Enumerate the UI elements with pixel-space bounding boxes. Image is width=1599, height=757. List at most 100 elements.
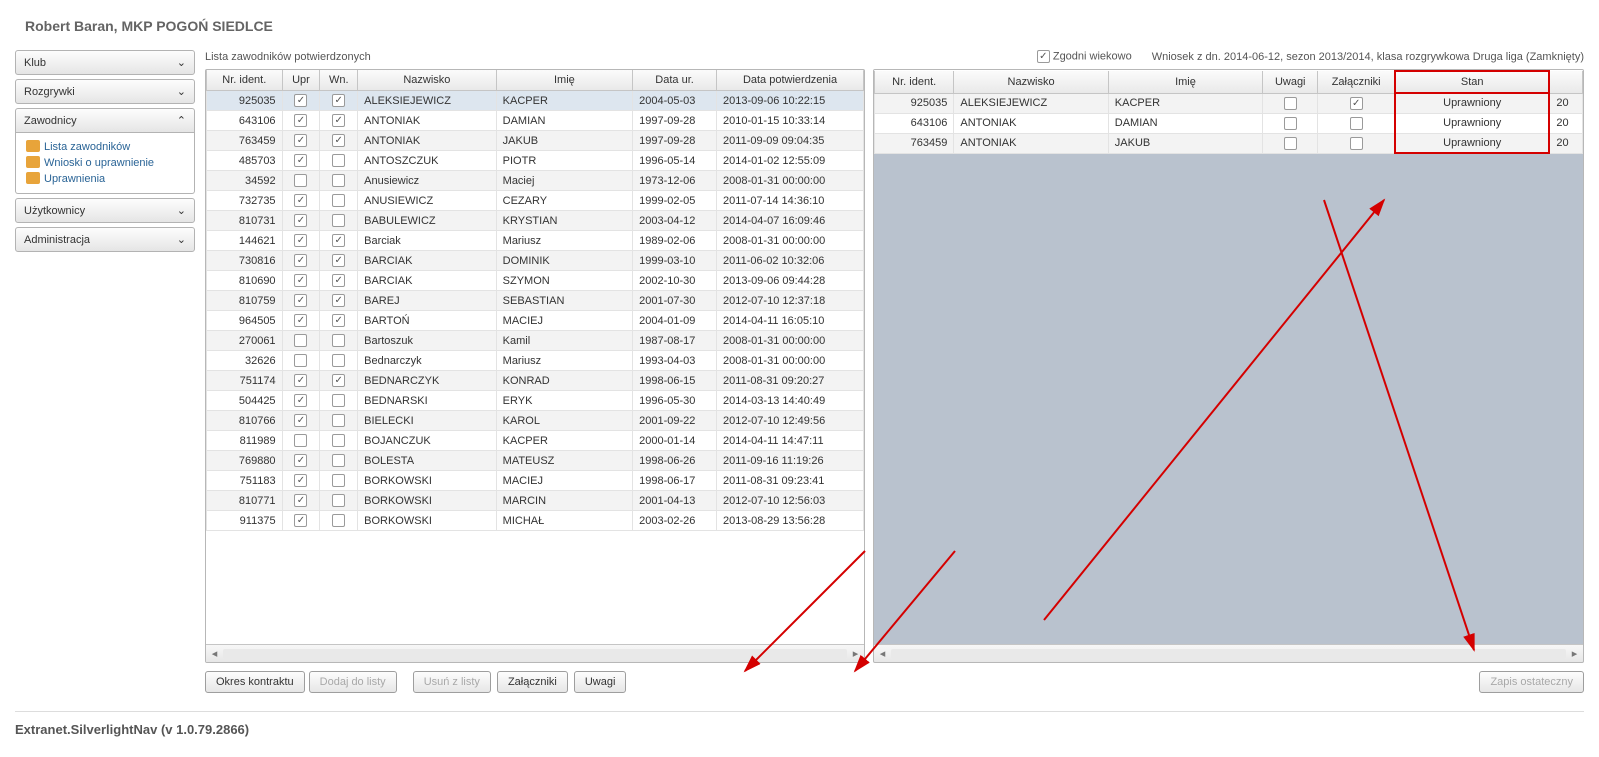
col-data-pot[interactable]: Data potwierdzenia xyxy=(717,70,864,91)
checkbox-icon[interactable] xyxy=(1037,50,1050,63)
checkbox-icon[interactable] xyxy=(332,314,345,327)
uwagi-button[interactable]: Uwagi xyxy=(574,671,627,693)
checkbox-icon[interactable] xyxy=(1284,137,1297,150)
checkbox-icon[interactable] xyxy=(1284,97,1297,110)
zapis-button[interactable]: Zapis ostateczny xyxy=(1479,671,1584,693)
checkbox-icon[interactable] xyxy=(332,434,345,447)
checkbox-icon[interactable] xyxy=(294,454,307,467)
checkbox-icon[interactable] xyxy=(1284,117,1297,130)
table-row[interactable]: 810759BAREJSEBASTIAN2001-07-302012-07-10… xyxy=(207,291,864,311)
checkbox-icon[interactable] xyxy=(332,354,345,367)
checkbox-icon[interactable] xyxy=(294,494,307,507)
col-zalaczniki[interactable]: Załączniki xyxy=(1318,71,1395,93)
checkbox-icon[interactable] xyxy=(294,274,307,287)
table-row[interactable]: 811989BOJANCZUKKACPER2000-01-142014-04-1… xyxy=(207,431,864,451)
checkbox-icon[interactable] xyxy=(294,354,307,367)
table-row[interactable]: 810766BIELECKIKAROL2001-09-222012-07-10 … xyxy=(207,411,864,431)
checkbox-icon[interactable] xyxy=(332,414,345,427)
checkbox-icon[interactable] xyxy=(332,514,345,527)
checkbox-icon[interactable] xyxy=(332,494,345,507)
scroll-right-icon[interactable]: ▸ xyxy=(847,647,864,660)
checkbox-icon[interactable] xyxy=(1350,137,1363,150)
okres-button[interactable]: Okres kontraktu xyxy=(205,671,305,693)
table-row[interactable]: 810690BARCIAKSZYMON2002-10-302013-09-06 … xyxy=(207,271,864,291)
sidebar-item-uzytkownicy[interactable]: Użytkownicy⌄ xyxy=(15,198,195,223)
checkbox-icon[interactable] xyxy=(1350,117,1363,130)
checkbox-icon[interactable] xyxy=(332,394,345,407)
table-row[interactable]: 504425BEDNARSKIERYK1996-05-302014-03-13 … xyxy=(207,391,864,411)
table-row[interactable]: 810771BORKOWSKIMARCIN2001-04-132012-07-1… xyxy=(207,491,864,511)
checkbox-icon[interactable] xyxy=(332,474,345,487)
checkbox-icon[interactable] xyxy=(294,174,307,187)
table-row[interactable]: 643106ANTONIAKDAMIAN1997-09-282010-01-15… xyxy=(207,111,864,131)
table-row[interactable]: 32626BednarczykMariusz1993-04-032008-01-… xyxy=(207,351,864,371)
checkbox-icon[interactable] xyxy=(294,374,307,387)
checkbox-icon[interactable] xyxy=(294,314,307,327)
checkbox-icon[interactable] xyxy=(332,334,345,347)
col-stan[interactable]: Stan xyxy=(1395,71,1549,93)
usun-button[interactable]: Usuń z listy xyxy=(413,671,491,693)
checkbox-icon[interactable] xyxy=(294,294,307,307)
col-nr-ident[interactable]: Nr. ident. xyxy=(207,70,283,91)
checkbox-icon[interactable] xyxy=(332,194,345,207)
sidebar-item-zawodnicy[interactable]: Zawodnicy⌃ xyxy=(15,108,195,133)
checkbox-icon[interactable] xyxy=(294,474,307,487)
checkbox-icon[interactable] xyxy=(332,114,345,127)
sidebar-sub-wnioski[interactable]: Wnioski o uprawnienie xyxy=(24,155,186,171)
checkbox-icon[interactable] xyxy=(294,194,307,207)
checkbox-icon[interactable] xyxy=(332,294,345,307)
dodaj-button[interactable]: Dodaj do listy xyxy=(309,671,397,693)
sidebar-item-rozgrywki[interactable]: Rozgrywki⌄ xyxy=(15,79,195,104)
checkbox-icon[interactable] xyxy=(294,134,307,147)
table-row[interactable]: 485703ANTOSZCZUKPIOTR1996-05-142014-01-0… xyxy=(207,151,864,171)
scroll-left-icon[interactable]: ◂ xyxy=(206,647,223,660)
col-uwagi[interactable]: Uwagi xyxy=(1263,71,1318,93)
checkbox-icon[interactable] xyxy=(332,154,345,167)
zalaczniki-button[interactable]: Załączniki xyxy=(497,671,568,693)
checkbox-icon[interactable] xyxy=(332,374,345,387)
checkbox-icon[interactable] xyxy=(332,174,345,187)
checkbox-icon[interactable] xyxy=(332,134,345,147)
table-row[interactable]: 763459ANTONIAKJAKUBUprawniony20 xyxy=(875,133,1583,153)
table-row[interactable]: 751174BEDNARCZYKKONRAD1998-06-152011-08-… xyxy=(207,371,864,391)
checkbox-icon[interactable] xyxy=(332,214,345,227)
sidebar-sub-lista[interactable]: Lista zawodników xyxy=(24,139,186,155)
table-row[interactable]: 643106ANTONIAKDAMIANUprawniony20 xyxy=(875,113,1583,133)
checkbox-icon[interactable] xyxy=(332,94,345,107)
checkbox-icon[interactable] xyxy=(294,434,307,447)
table-row[interactable]: 925035ALEKSIEJEWICZKACPERUprawniony20 xyxy=(875,93,1583,113)
col-nazwisko[interactable]: Nazwisko xyxy=(358,70,497,91)
table-row[interactable]: 911375BORKOWSKIMICHAŁ2003-02-262013-08-2… xyxy=(207,511,864,531)
horizontal-scrollbar[interactable]: ◂▸ xyxy=(206,644,864,662)
age-check-label[interactable]: Zgodni wiekowo xyxy=(1037,50,1132,63)
col-imie[interactable]: Imię xyxy=(1108,71,1262,93)
table-row[interactable]: 751183BORKOWSKIMACIEJ1998-06-172011-08-3… xyxy=(207,471,864,491)
checkbox-icon[interactable] xyxy=(294,94,307,107)
checkbox-icon[interactable] xyxy=(294,254,307,267)
table-row[interactable]: 769880BOLESTAMATEUSZ1998-06-262011-09-16… xyxy=(207,451,864,471)
table-row[interactable]: 925035ALEKSIEJEWICZKACPER2004-05-032013-… xyxy=(207,91,864,111)
left-table-scroll[interactable]: Nr. ident. Upr Wn. Nazwisko Imię Data ur… xyxy=(206,70,864,644)
table-row[interactable]: 144621BarciakMariusz1989-02-062008-01-31… xyxy=(207,231,864,251)
col-imie[interactable]: Imię xyxy=(496,70,632,91)
table-row[interactable]: 270061BartoszukKamil1987-08-172008-01-31… xyxy=(207,331,864,351)
table-row[interactable]: 964505BARTOŃMACIEJ2004-01-092014-04-11 1… xyxy=(207,311,864,331)
scroll-left-icon[interactable]: ◂ xyxy=(874,647,891,660)
table-row[interactable]: 730816BARCIAKDOMINIK1999-03-102011-06-02… xyxy=(207,251,864,271)
checkbox-icon[interactable] xyxy=(332,274,345,287)
scroll-right-icon[interactable]: ▸ xyxy=(1566,647,1583,660)
horizontal-scrollbar[interactable]: ◂▸ xyxy=(874,644,1583,662)
table-row[interactable]: 810731BABULEWICZKRYSTIAN2003-04-122014-0… xyxy=(207,211,864,231)
checkbox-icon[interactable] xyxy=(294,234,307,247)
sidebar-item-klub[interactable]: Klub⌄ xyxy=(15,50,195,75)
checkbox-icon[interactable] xyxy=(294,214,307,227)
table-row[interactable]: 763459ANTONIAKJAKUB1997-09-282011-09-09 … xyxy=(207,131,864,151)
col-nazwisko[interactable]: Nazwisko xyxy=(954,71,1108,93)
checkbox-icon[interactable] xyxy=(294,114,307,127)
table-row[interactable]: 732735ANUSIEWICZCEZARY1999-02-052011-07-… xyxy=(207,191,864,211)
checkbox-icon[interactable] xyxy=(294,334,307,347)
table-row[interactable]: 34592AnusiewiczMaciej1973-12-062008-01-3… xyxy=(207,171,864,191)
checkbox-icon[interactable] xyxy=(294,514,307,527)
col-extra[interactable] xyxy=(1549,71,1582,93)
sidebar-sub-uprawnienia[interactable]: Uprawnienia xyxy=(24,171,186,187)
